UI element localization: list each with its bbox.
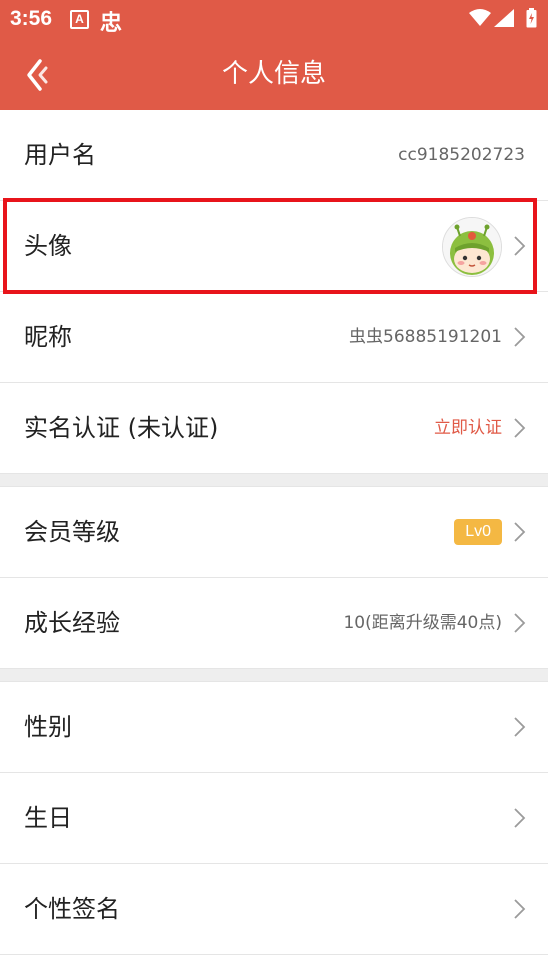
section-divider	[0, 474, 548, 487]
status-bar: 3:56 A 忠	[0, 0, 548, 40]
gender-label: 性别	[24, 713, 72, 741]
title-bar: 个人信息	[0, 40, 548, 110]
avatar[interactable]	[442, 217, 502, 277]
verify-now-link[interactable]: 立即认证	[434, 383, 502, 474]
row-signature[interactable]: 个性签名	[0, 864, 548, 955]
chevron-right-icon	[514, 899, 526, 919]
wifi-icon	[469, 9, 491, 26]
growth-exp-value: 10(距离升级需40点)	[343, 613, 502, 633]
row-growth-exp[interactable]: 成长经验 10(距离升级需40点)	[0, 578, 548, 669]
row-member-level[interactable]: 会员等级 Lv0	[0, 487, 548, 578]
profile-list: 用户名 cc9185202723 头像 昵称 虫虫56885191201 实名认…	[0, 110, 548, 955]
member-level-label: 会员等级	[24, 518, 120, 546]
level-badge: Lv0	[454, 519, 502, 545]
chevron-right-icon	[514, 613, 526, 633]
avatar-image	[443, 218, 501, 276]
growth-exp-label: 成长经验	[24, 609, 120, 637]
signal-icon	[494, 9, 514, 27]
page-title: 个人信息	[221, 59, 326, 89]
row-nickname[interactable]: 昵称 虫虫56885191201	[0, 292, 548, 383]
nickname-label: 昵称	[24, 323, 72, 351]
row-username: 用户名 cc9185202723	[0, 110, 548, 201]
chevron-right-icon	[514, 808, 526, 828]
row-birthday[interactable]: 生日	[0, 773, 548, 864]
username-value: cc9185202723	[398, 145, 525, 165]
chevron-right-icon	[514, 717, 526, 737]
battery-icon	[526, 8, 537, 28]
avatar-label: 头像	[24, 232, 72, 260]
birthday-label: 生日	[24, 804, 72, 832]
row-realname[interactable]: 实名认证 (未认证) 立即认证	[0, 383, 548, 474]
app-notification-icon: 忠	[100, 11, 123, 36]
signature-label: 个性签名	[24, 895, 120, 923]
username-label: 用户名	[24, 141, 96, 169]
top-bar: 3:56 A 忠 个人信息	[0, 0, 548, 110]
section-divider	[0, 669, 548, 682]
chevron-right-icon	[514, 236, 526, 256]
chevron-right-icon	[514, 418, 526, 438]
row-gender[interactable]: 性别	[0, 682, 548, 773]
chevron-right-icon	[514, 522, 526, 542]
notification-a-icon: A	[70, 10, 89, 29]
nickname-value: 虫虫56885191201	[349, 327, 502, 347]
row-avatar[interactable]: 头像	[0, 201, 548, 292]
realname-label: 实名认证 (未认证)	[24, 414, 219, 442]
status-time: 3:56	[10, 7, 53, 30]
chevron-right-icon	[514, 327, 526, 347]
back-button[interactable]	[24, 58, 54, 92]
